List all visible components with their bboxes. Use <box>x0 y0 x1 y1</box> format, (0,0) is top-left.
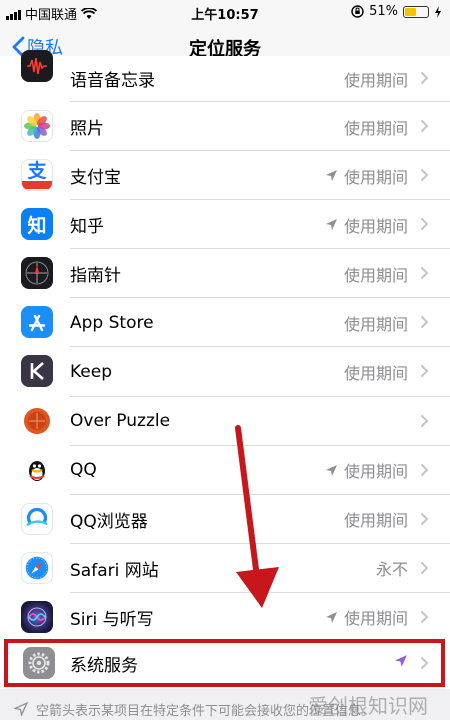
location-setting: 使用期间 <box>343 364 408 384</box>
app-name: Siri 与听写 <box>70 609 154 630</box>
hollow-location-arrow-icon <box>14 702 28 716</box>
location-arrow-icon <box>325 611 337 623</box>
chevron-right-icon <box>420 365 429 378</box>
siri-icon <box>21 600 53 633</box>
chevron-right-icon <box>420 561 429 575</box>
list-item[interactable]: QQ 使用期间 <box>0 446 450 495</box>
voice-memos-icon <box>21 50 53 82</box>
app-name: 指南针 <box>70 266 121 287</box>
location-setting: 使用期间 <box>325 458 408 482</box>
location-setting: 使用期间 <box>343 314 408 334</box>
status-bar: 中国联通 上午10:57 51% <box>0 0 450 24</box>
location-setting: 使用期间 <box>325 605 408 629</box>
app-name: 知乎 <box>70 217 104 238</box>
location-setting: 使用期间 <box>325 164 408 188</box>
charging-icon <box>435 5 441 18</box>
chevron-right-icon <box>420 119 429 133</box>
list-item[interactable]: 指南针 使用期间 <box>0 249 450 299</box>
list-item[interactable]: 照片 使用期间 <box>0 102 450 152</box>
app-name: 支付宝 <box>70 168 121 189</box>
chevron-right-icon <box>420 217 429 231</box>
list-item[interactable]: App Store 使用期间 <box>0 298 450 348</box>
annotation-highlight-box <box>4 639 445 687</box>
app-name: App Store <box>70 312 154 333</box>
qq-icon <box>21 453 53 486</box>
location-setting: 永不 <box>375 560 408 580</box>
chevron-right-icon <box>420 512 429 525</box>
chevron-right-icon <box>420 168 429 182</box>
compass-icon <box>21 257 53 290</box>
battery-icon <box>403 5 429 18</box>
chevron-right-icon <box>420 71 429 85</box>
app-name: QQ <box>70 460 97 481</box>
location-apps-list: 语音备忘录 使用期间 照片 使用期间 支 支付宝 使用期间 知 知乎 使用期间 … <box>0 50 450 643</box>
battery-percent: 51% <box>369 4 398 19</box>
watermark: 爱创根知识网 <box>308 694 428 718</box>
list-item[interactable]: QQ浏览器 使用期间 <box>0 495 450 544</box>
over-puzzle-icon <box>21 404 53 437</box>
app-name: Keep <box>70 362 113 383</box>
location-setting: 使用期间 <box>343 71 408 90</box>
app-name: Safari 网站 <box>70 560 159 581</box>
chevron-right-icon <box>420 316 429 329</box>
location-setting: 使用期间 <box>343 511 408 531</box>
status-right: 51% <box>351 4 442 19</box>
chevron-right-icon <box>420 414 429 427</box>
zhihu-icon: 知 <box>21 208 53 241</box>
app-name: Over Puzzle <box>70 411 171 432</box>
location-arrow-icon <box>325 219 337 231</box>
list-item[interactable]: Siri 与听写 使用期间 <box>0 593 450 642</box>
location-arrow-icon <box>325 170 337 182</box>
qq-browser-icon <box>21 502 53 535</box>
list-item[interactable]: Keep 使用期间 <box>0 347 450 397</box>
alipay-icon: 支 <box>21 159 53 192</box>
keep-icon <box>21 355 53 388</box>
app-name: 语音备忘录 <box>70 71 155 91</box>
chevron-right-icon <box>420 610 429 624</box>
photos-icon <box>21 110 53 142</box>
rotation-lock-icon <box>351 5 364 18</box>
safari-icon <box>21 551 53 584</box>
location-arrow-icon <box>325 464 337 476</box>
list-item[interactable]: Safari 网站 永不 <box>0 544 450 593</box>
list-item[interactable]: Over Puzzle <box>0 397 450 446</box>
app-name: 照片 <box>70 119 104 140</box>
chevron-right-icon <box>420 267 429 280</box>
app-name: QQ浏览器 <box>70 511 148 532</box>
app-store-icon <box>21 306 53 339</box>
list-item[interactable]: 语音备忘录 使用期间 <box>0 50 450 102</box>
location-setting: 使用期间 <box>343 118 408 138</box>
location-setting: 使用期间 <box>325 213 408 237</box>
list-item[interactable]: 知 知乎 使用期间 <box>0 200 450 250</box>
location-setting: 使用期间 <box>343 265 408 285</box>
list-item[interactable]: 支 支付宝 使用期间 <box>0 151 450 201</box>
chevron-right-icon <box>420 463 429 476</box>
